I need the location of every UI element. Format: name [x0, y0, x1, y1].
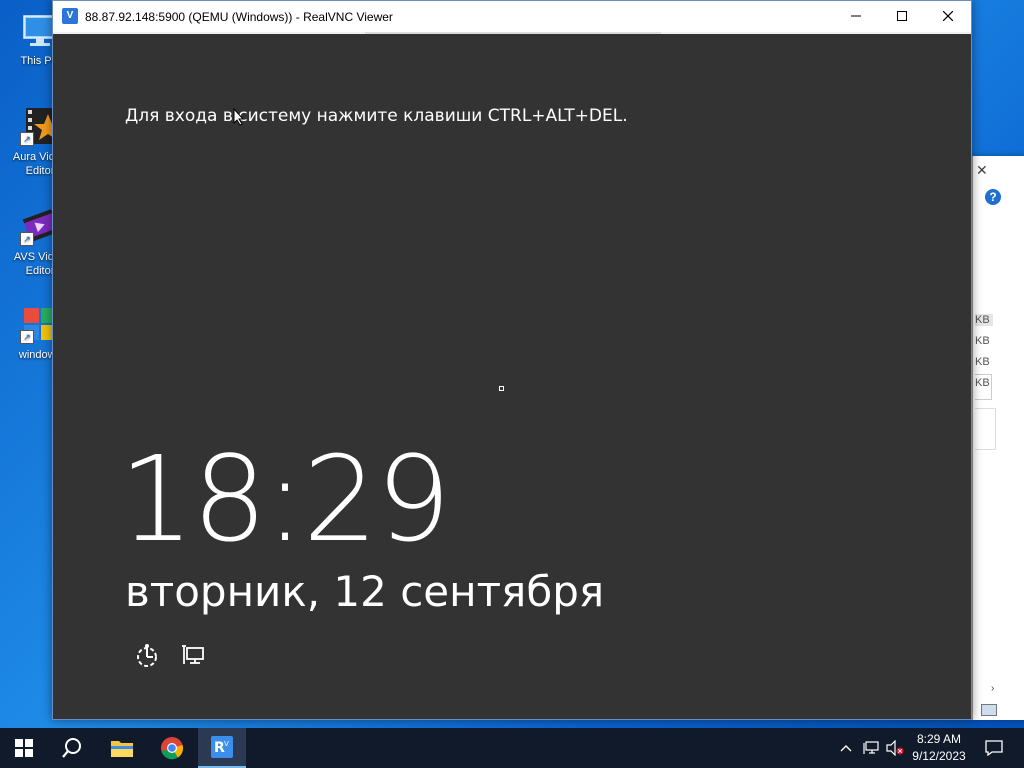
tray-date: 9/12/2023 — [912, 749, 966, 763]
lock-screen-time: 18:29 — [119, 430, 451, 568]
system-clock[interactable]: 8:29 AM 9/12/2023 — [906, 731, 972, 765]
maximize-button[interactable] — [879, 1, 925, 32]
login-prompt: Для входа в систему нажмите клавиши CTRL… — [125, 106, 628, 126]
taskbar: R V 8:29 AM 9/12/2023 — [0, 728, 1024, 768]
realvnc-icon: V — [62, 8, 78, 24]
remote-cursor-dot — [499, 386, 504, 391]
remote-lock-screen[interactable]: Для входа в систему нажмите клавиши CTRL… — [53, 34, 971, 719]
file-size-cell: KB — [975, 356, 990, 368]
title-bar[interactable]: V 88.87.92.148:5900 (QEMU (Windows)) - R… — [53, 1, 971, 32]
notifications-button[interactable] — [976, 728, 1012, 768]
network-icon[interactable] — [179, 642, 207, 670]
panel — [975, 408, 996, 450]
shortcut-arrow-icon: ↗ — [20, 330, 34, 344]
scroll-right-arrow[interactable]: › — [991, 683, 994, 694]
file-explorer-button[interactable] — [98, 728, 146, 768]
file-size-cell: KB — [975, 314, 993, 326]
lock-screen-date: вторник, 12 сентября — [125, 567, 605, 616]
help-icon[interactable]: ? — [985, 189, 1001, 205]
close-button[interactable] — [925, 1, 971, 32]
chevron-up-icon — [840, 745, 852, 752]
show-hidden-icons-button[interactable] — [836, 728, 856, 768]
file-size-cell: KB — [975, 335, 990, 347]
windows-logo-icon — [15, 739, 33, 757]
close-icon — [942, 10, 954, 22]
shortcut-arrow-icon: ↗ — [20, 232, 34, 246]
window-title: 88.87.92.148:5900 (QEMU (Windows)) - Rea… — [85, 10, 393, 24]
chrome-button[interactable] — [148, 728, 196, 768]
shortcut-arrow-icon: ↗ — [20, 132, 34, 146]
ease-of-access-icon[interactable] — [133, 642, 161, 670]
background-window[interactable]: ✕ ? KB KB KB KB › — [972, 156, 1024, 720]
realvnc-icon: R V — [211, 736, 233, 758]
network-tray-icon[interactable] — [860, 728, 882, 768]
search-button[interactable] — [48, 728, 96, 768]
realvnc-taskbar-button[interactable]: R V — [198, 728, 246, 768]
maximize-icon — [897, 11, 907, 21]
minimize-icon — [851, 15, 861, 17]
svg-text:V: V — [224, 740, 229, 748]
notification-icon — [985, 740, 1003, 756]
minimize-button[interactable] — [833, 1, 879, 32]
volume-muted-icon[interactable] — [884, 728, 906, 768]
start-button[interactable] — [0, 728, 48, 768]
vnc-viewer-window[interactable]: V 88.87.92.148:5900 (QEMU (Windows)) - R… — [52, 0, 972, 720]
close-icon[interactable]: ✕ — [976, 162, 988, 179]
file-size-cell: KB — [975, 377, 990, 389]
tray-time: 8:29 AM — [916, 732, 962, 746]
status-icon — [981, 704, 997, 716]
chrome-icon — [161, 737, 184, 760]
search-icon — [62, 738, 81, 758]
folder-icon — [111, 741, 133, 757]
